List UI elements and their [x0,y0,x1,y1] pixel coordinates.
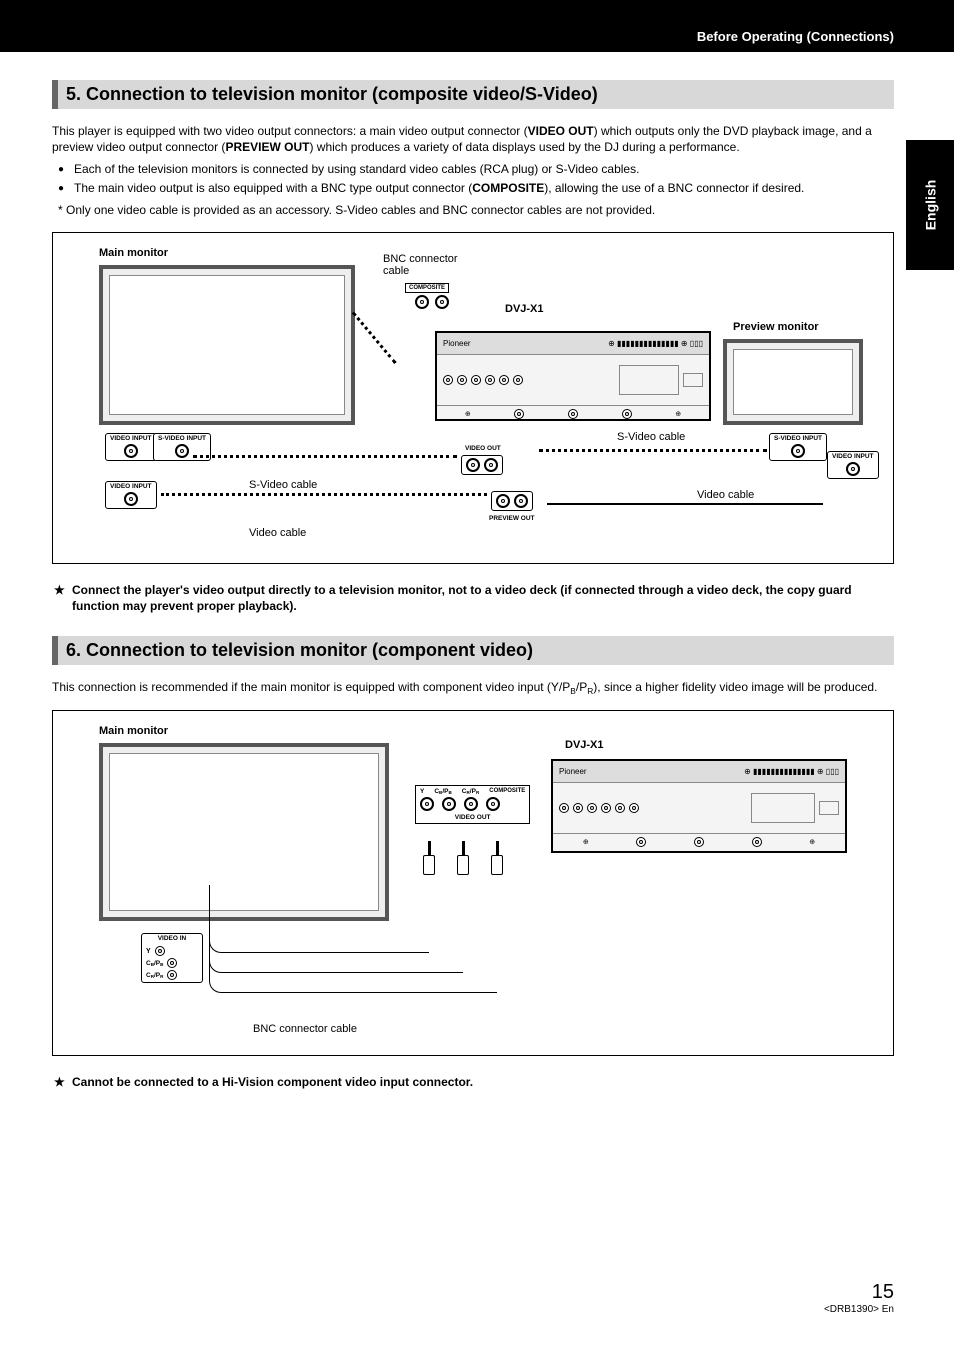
composite-connectors [415,295,449,309]
bullet-2: The main video output is also equipped w… [58,180,894,196]
breadcrumb: Before Operating (Connections) [697,29,894,44]
rca-plug-y [421,841,437,881]
bnc-connector-icon [415,295,429,309]
page-footer: 15 <DRB1390> En [824,1281,894,1315]
label-video-cable-1: Video cable [249,527,306,539]
label-device-2: DVJ-X1 [565,739,604,751]
label-bnc-cable: BNC connector cable [383,253,483,277]
page-number: 15 [824,1281,894,1304]
rca-plug-pb [455,841,471,881]
bnc-connector-icon [435,295,449,309]
panel-video-input-prev: VIDEO INPUT [827,451,879,480]
rca-plugs [421,841,505,881]
section5-bullets: Each of the television monitors is conne… [52,161,894,195]
device-dvj-x1-2: Pioneer⊕ ▮▮▮▮▮▮▮▮▮▮▮▮▮▮ ⊕ ▯▯▯ ⊕⊕ [551,759,847,853]
label-bnc-cable-2: BNC connector cable [253,1023,357,1035]
label-video-cable-2: Video cable [697,489,754,501]
panel-video-input-main: VIDEO INPUT [105,433,157,462]
language-label: English [922,180,938,231]
bullet-1: Each of the television monitors is conne… [58,161,894,177]
cable-svideo-main [193,455,457,458]
language-tab: English [906,140,954,270]
panel-svideo-input-prev: S-VIDEO INPUT [769,433,827,462]
header-bar: Before Operating (Connections) [0,0,954,52]
label-main-monitor: Main monitor [99,247,168,259]
cable-svideo-prev [539,449,767,452]
label-device: DVJ-X1 [505,303,544,315]
section6-intro: This connection is recommended if the ma… [52,679,894,695]
diagram-component-video: Main monitor DVJ-X1 Y CB/PB CR/PR COMPOS… [52,710,894,1056]
section5-heading: 5. Connection to television monitor (com… [52,80,894,109]
rca-plug-pr [489,841,505,881]
device-dvj-x1: Pioneer⊕ ▮▮▮▮▮▮▮▮▮▮▮▮▮▮ ⊕ ▯▯▯ ⊕⊕ [435,331,711,421]
cable-pr [209,885,497,993]
label-video-out: VIDEO OUT [465,445,501,452]
diagram-composite-svideo: Main monitor BNC connector cable COMPOSI… [52,232,894,564]
panel-video-out [461,455,503,475]
section6-star-note: Cannot be connected to a Hi-Vision compo… [52,1074,894,1090]
label-composite-small: COMPOSITE [405,283,449,293]
panel-video-input-main-2: VIDEO INPUT [105,481,157,510]
label-main-monitor-2: Main monitor [99,725,168,737]
label-svideo-cable-2: S-Video cable [617,431,685,443]
cable-video-main [161,493,487,496]
panel-component-out: Y CB/PB CR/PR COMPOSITE VIDEO OUT [415,785,530,824]
doc-id: <DRB1390> En [824,1304,894,1315]
label-svideo-cable-1: S-Video cable [249,479,317,491]
panel-video-in: VIDEO IN Y CB/PB CR/PR [141,933,203,984]
cable-bnc [352,311,397,363]
section5-intro: This player is equipped with two video o… [52,123,894,155]
page-content: 5. Connection to television monitor (com… [0,52,954,1132]
preview-monitor [723,339,863,425]
section6-heading: 6. Connection to television monitor (com… [52,636,894,665]
cable-video-prev [547,503,823,505]
label-preview-out: PREVIEW OUT [489,515,535,522]
main-monitor [99,265,355,425]
section5-star-note: Connect the player's video output direct… [52,582,894,614]
section5-asterisk: Only one video cable is provided as an a… [52,202,894,218]
label-preview-monitor: Preview monitor [733,321,819,333]
panel-preview-out [491,491,533,511]
